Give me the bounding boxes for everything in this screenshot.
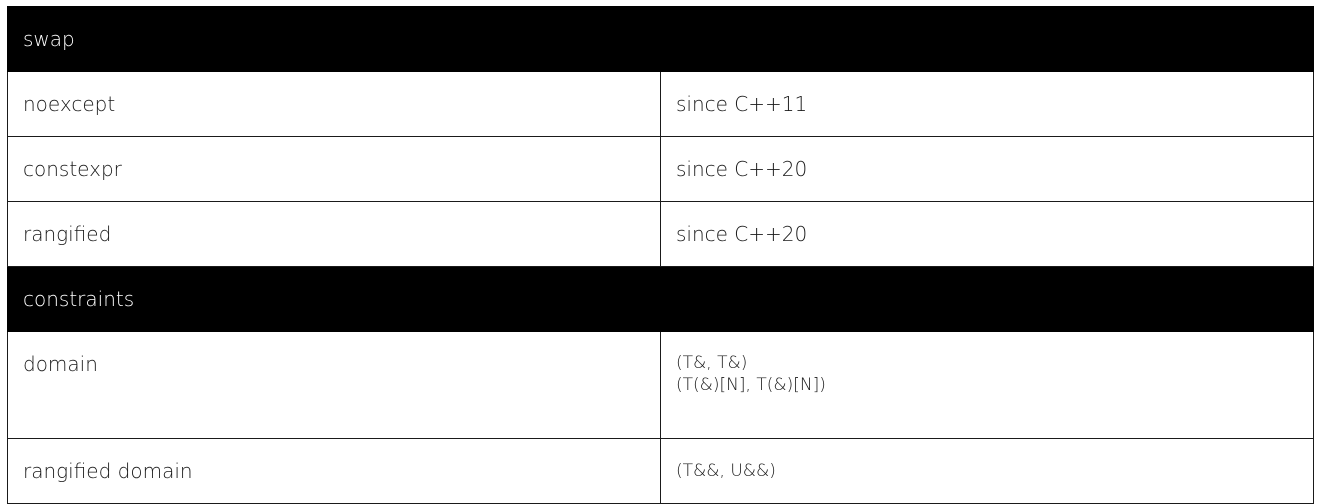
row-value: (T&&, U&&) [660, 438, 1314, 504]
table-row: domain (T&, T&) (T(&)[N], T(&)[N]) [7, 331, 1314, 439]
section-header-constraints: constraints [7, 266, 1314, 332]
table-row: constexpr since C++20 [7, 136, 1314, 202]
row-key: rangified [7, 201, 661, 267]
row-key: noexcept [7, 71, 661, 137]
row-value: since C++20 [660, 201, 1314, 267]
row-value: since C++11 [660, 71, 1314, 137]
domain-signature: (T&, T&) [676, 353, 748, 373]
row-key: constexpr [7, 136, 661, 202]
section-header-swap: swap [7, 6, 1314, 72]
domain-signature: (T&&, U&&) [676, 461, 776, 481]
properties-table: swap noexcept since C++11 constexpr sinc… [7, 6, 1314, 504]
row-value: since C++20 [660, 136, 1314, 202]
table-row: noexcept since C++11 [7, 71, 1314, 137]
section-title: swap [7, 6, 1314, 72]
row-key: rangified domain [7, 438, 661, 504]
domain-signature: (T(&)[N], T(&)[N]) [676, 375, 826, 395]
row-key: domain [7, 331, 661, 439]
section-title: constraints [7, 266, 1314, 332]
table-row: rangified since C++20 [7, 201, 1314, 267]
row-value: (T&, T&) (T(&)[N], T(&)[N]) [660, 331, 1314, 439]
table-row: rangified domain (T&&, U&&) [7, 438, 1314, 504]
